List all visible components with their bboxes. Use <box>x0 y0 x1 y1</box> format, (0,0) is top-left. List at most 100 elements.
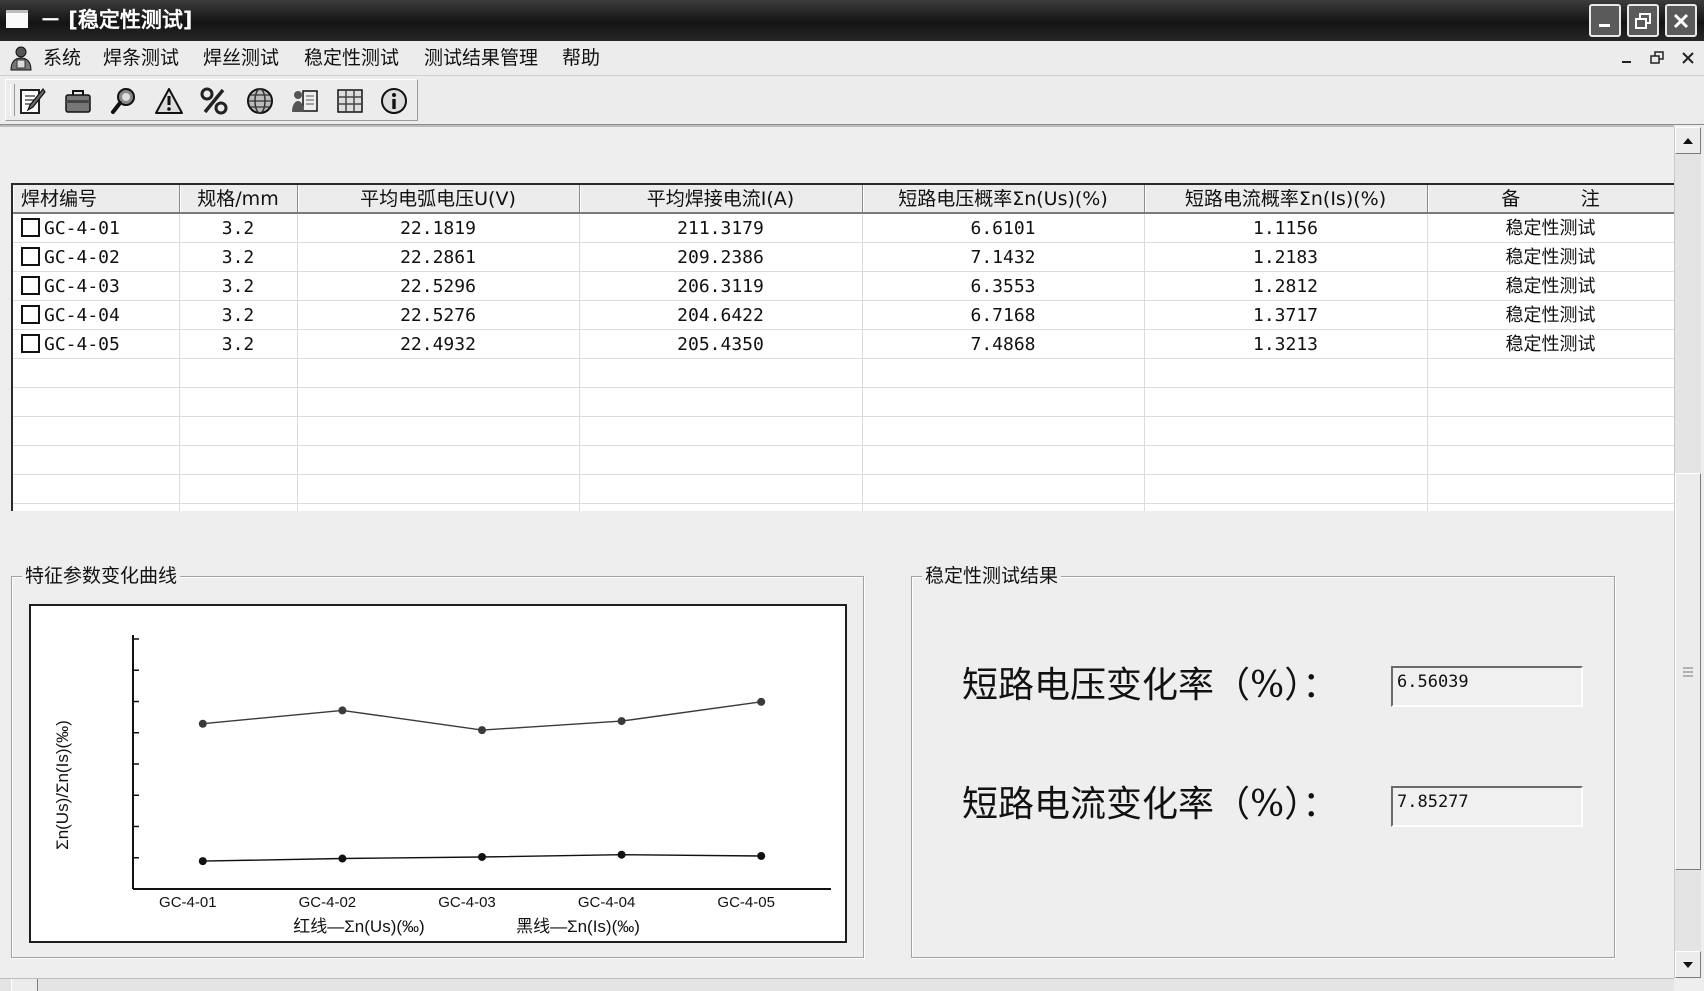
horizontal-scrollbar[interactable] <box>0 978 1674 991</box>
mdi-restore-button[interactable] <box>1645 47 1669 69</box>
system-user-icon[interactable] <box>9 45 33 75</box>
toolbar-button-probe[interactable] <box>106 83 142 119</box>
series-point-1-0 <box>198 857 207 866</box>
restore-button[interactable] <box>1627 4 1659 37</box>
empty-cell <box>579 445 863 475</box>
toolbar-button-user-document[interactable] <box>287 83 323 119</box>
empty-cell <box>179 416 298 446</box>
voltage-change-field[interactable]: 6.56039 <box>1391 666 1583 707</box>
series-line-0 <box>202 701 762 731</box>
col-header-avg-current[interactable]: 平均焊接电流I(A) <box>579 185 863 214</box>
cell-u: 22.5296 <box>297 271 580 301</box>
menu-stability-test[interactable]: 稳定性测试 <box>304 47 399 69</box>
cell-sn_us: 7.1432 <box>862 242 1145 272</box>
empty-cell <box>862 503 1145 511</box>
vertical-scrollbar[interactable] <box>1674 127 1701 978</box>
col-header-short-voltage-prob[interactable]: 短路电压概率Σn(Us)(%) <box>862 185 1145 214</box>
close-button[interactable] <box>1665 4 1697 37</box>
empty-cell <box>1427 445 1674 475</box>
empty-cell <box>1144 416 1428 446</box>
menu-result-management[interactable]: 测试结果管理 <box>424 47 538 69</box>
material-id: GC-4-01 <box>44 217 120 239</box>
legend-entry-us: 红线—Σn(Us)(‰) <box>293 917 424 936</box>
cell-id: GC-4-02 <box>13 242 180 272</box>
title-bar[interactable]: － [稳定性测试] <box>0 0 1704 41</box>
menu-electrode-test[interactable]: 焊条测试 <box>103 47 179 69</box>
empty-cell <box>297 503 580 511</box>
col-header-note[interactable]: 备 注 <box>1427 185 1674 214</box>
warning-icon <box>155 88 183 114</box>
menu-help[interactable]: 帮助 <box>562 47 600 69</box>
cell-id: GC-4-04 <box>13 300 180 330</box>
empty-cell <box>579 387 863 417</box>
col-header-spec[interactable]: 规格/mm <box>179 185 298 214</box>
scroll-left-button[interactable] <box>11 979 38 991</box>
window-title: － [稳定性测试] <box>40 8 193 32</box>
menu-system[interactable]: 系统 <box>43 47 81 69</box>
row-checkbox[interactable] <box>21 275 40 295</box>
empty-cell <box>1427 358 1674 388</box>
cell-note: 稳定性测试 <box>1427 329 1674 359</box>
cell-u: 22.1819 <box>297 213 580 243</box>
row-checkbox[interactable] <box>21 304 40 324</box>
line-chart: GC-4-01 GC-4-02 GC-4-03 GC-4-04 GC-4-05 红线—Σn… <box>53 635 831 936</box>
toolbar-button-edit[interactable] <box>14 83 50 119</box>
cell-sn_us: 7.4868 <box>862 329 1145 359</box>
empty-cell <box>297 387 580 417</box>
series-point-0-4 <box>757 697 766 706</box>
cell-i: 204.6422 <box>579 300 863 330</box>
empty-cell <box>1144 358 1428 388</box>
scroll-up-button[interactable] <box>1675 127 1701 154</box>
table-row[interactable]: GC-4-05 3.2 22.4932 205.4350 7.4868 1.3213 稳定性… <box>13 329 1674 359</box>
empty-cell <box>13 474 180 504</box>
toolbar-button-globe[interactable] <box>242 83 278 119</box>
col-header-material-id[interactable]: 焊材编号 <box>13 185 180 214</box>
empty-cell <box>1144 503 1428 511</box>
empty-row <box>13 503 1674 511</box>
scroll-down-button[interactable] <box>1675 951 1701 978</box>
grid-icon <box>337 89 363 113</box>
row-checkbox[interactable] <box>21 217 40 237</box>
mdi-close-button[interactable] <box>1676 47 1700 69</box>
restore-icon <box>1650 51 1664 64</box>
series-point-0-1 <box>338 706 347 715</box>
empty-cell <box>179 503 298 511</box>
cell-note: 稳定性测试 <box>1427 300 1674 330</box>
scroll-thumb[interactable] <box>1675 473 1701 870</box>
toolbar-button-open[interactable] <box>60 83 96 119</box>
minimize-button[interactable] <box>1589 4 1621 37</box>
table-row[interactable]: GC-4-02 3.2 22.2861 209.2386 7.1432 1.2183 稳定性… <box>13 242 1674 272</box>
series-point-1-1 <box>338 854 347 863</box>
toolbar-button-info[interactable] <box>376 83 412 119</box>
empty-cell <box>862 387 1145 417</box>
cell-sn_is: 1.2812 <box>1144 271 1428 301</box>
toolbar-button-grid[interactable] <box>332 83 368 119</box>
close-icon <box>1673 13 1689 28</box>
cell-spec: 3.2 <box>179 300 298 330</box>
open-icon <box>65 90 91 113</box>
row-checkbox[interactable] <box>21 333 40 353</box>
cell-note: 稳定性测试 <box>1427 213 1674 243</box>
voltage-change-label: 短路电压变化率（%）： <box>962 665 1339 706</box>
table-row[interactable]: GC-4-04 3.2 22.5276 204.6422 6.7168 1.3717 稳定性… <box>13 300 1674 330</box>
x-tick-label: GC-4-03 <box>438 894 496 911</box>
current-change-field[interactable]: 7.85277 <box>1391 786 1583 827</box>
col-header-avg-voltage[interactable]: 平均电弧电压U(V) <box>297 185 580 214</box>
percent-icon <box>200 87 228 115</box>
empty-cell <box>13 358 180 388</box>
toolbar-button-percent[interactable] <box>196 83 232 119</box>
table-row[interactable]: GC-4-03 3.2 22.5296 206.3119 6.3553 1.2812 稳定性… <box>13 271 1674 301</box>
menu-wire-test[interactable]: 焊丝测试 <box>203 47 279 69</box>
toolbar <box>0 76 1704 125</box>
edit-icon <box>20 87 46 114</box>
row-checkbox[interactable] <box>21 246 40 266</box>
mdi-minimize-button[interactable] <box>1615 47 1639 69</box>
restore-icon <box>1635 12 1651 29</box>
empty-cell <box>179 358 298 388</box>
table-row[interactable]: GC-4-01 3.2 22.1819 211.3179 6.6101 1.1156 稳定性… <box>13 213 1674 243</box>
empty-cell <box>1427 387 1674 417</box>
toolbar-button-warning[interactable] <box>151 83 187 119</box>
col-header-short-current-prob[interactable]: 短路电流概率Σn(Is)(%) <box>1144 185 1428 214</box>
empty-row <box>13 474 1674 504</box>
empty-row <box>13 445 1674 475</box>
